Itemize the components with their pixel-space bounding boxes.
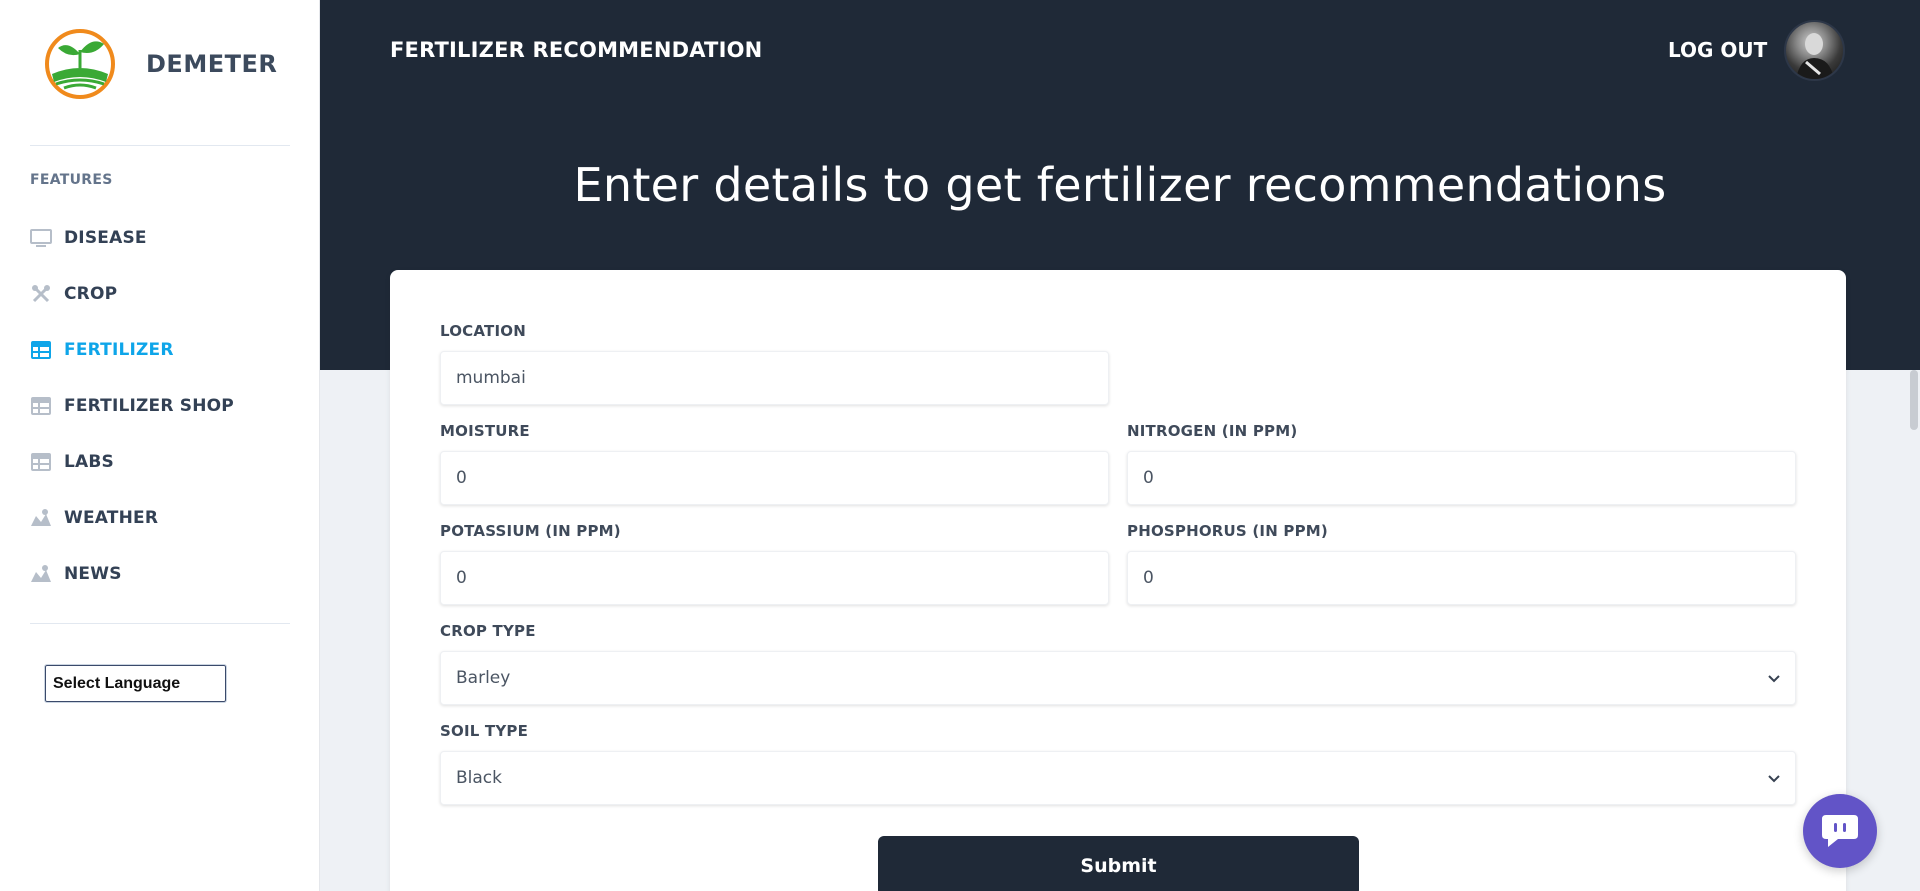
table-icon bbox=[30, 395, 52, 417]
sidebar-item-label: WEATHER bbox=[64, 508, 159, 528]
sidebar: DEMETER FEATURES DISEASE CROP FERTILIZER bbox=[0, 0, 320, 891]
sidebar-nav: DISEASE CROP FERTILIZER FERTILIZER SHOP … bbox=[30, 210, 290, 602]
table-icon bbox=[30, 339, 52, 361]
soil-type-label: SOIL TYPE bbox=[440, 722, 529, 740]
tools-icon bbox=[30, 283, 52, 305]
moisture-input[interactable]: 0 bbox=[440, 451, 1109, 505]
nitrogen-label: NITROGEN (IN PPM) bbox=[1127, 422, 1298, 440]
location-input[interactable]: mumbai bbox=[440, 351, 1109, 405]
submit-button[interactable]: Submit bbox=[878, 836, 1359, 891]
sidebar-item-news[interactable]: NEWS bbox=[30, 546, 290, 602]
crop-type-label: CROP TYPE bbox=[440, 622, 536, 640]
sidebar-item-crop[interactable]: CROP bbox=[30, 266, 290, 322]
sidebar-item-label: FERTILIZER bbox=[64, 340, 174, 360]
brand[interactable]: DEMETER bbox=[44, 28, 277, 100]
sidebar-item-label: FERTILIZER SHOP bbox=[64, 396, 234, 416]
table-icon bbox=[30, 451, 52, 473]
monitor-icon bbox=[30, 227, 52, 249]
fertilizer-form-card: LOCATION mumbai MOISTURE 0 NITROGEN (IN … bbox=[390, 270, 1846, 891]
sidebar-item-label: CROP bbox=[64, 284, 118, 304]
chat-button[interactable] bbox=[1803, 794, 1877, 868]
avatar[interactable] bbox=[1784, 20, 1845, 81]
sidebar-item-label: NEWS bbox=[64, 564, 122, 584]
sidebar-item-fertilizer[interactable]: FERTILIZER bbox=[30, 322, 290, 378]
sidebar-item-disease[interactable]: DISEASE bbox=[30, 210, 290, 266]
user-photo-icon bbox=[1796, 33, 1834, 79]
map-icon bbox=[30, 507, 52, 529]
sidebar-item-label: LABS bbox=[64, 452, 114, 472]
moisture-label: MOISTURE bbox=[440, 422, 530, 440]
chevron-down-icon bbox=[1768, 775, 1780, 783]
hero-heading: Enter details to get fertilizer recommen… bbox=[573, 158, 1667, 212]
location-label: LOCATION bbox=[440, 322, 526, 340]
brand-name: DEMETER bbox=[146, 50, 278, 78]
page-title: FERTILIZER RECOMMENDATION bbox=[390, 38, 763, 62]
sidebar-item-fertilizer-shop[interactable]: FERTILIZER SHOP bbox=[30, 378, 290, 434]
potassium-input[interactable]: 0 bbox=[440, 551, 1109, 605]
sidebar-item-label: DISEASE bbox=[64, 228, 147, 248]
phosphorus-label: PHOSPHORUS (IN PPM) bbox=[1127, 522, 1328, 540]
chat-bubble-icon bbox=[1822, 815, 1858, 847]
features-label: FEATURES bbox=[30, 172, 113, 188]
page-scrollbar[interactable] bbox=[1910, 370, 1918, 430]
soil-type-select[interactable]: Black bbox=[440, 751, 1796, 805]
map-icon bbox=[30, 563, 52, 585]
sidebar-item-labs[interactable]: LABS bbox=[30, 434, 290, 490]
crop-type-value: Barley bbox=[456, 668, 511, 688]
soil-type-value: Black bbox=[456, 768, 502, 788]
sidebar-divider bbox=[30, 623, 290, 624]
sidebar-item-weather[interactable]: WEATHER bbox=[30, 490, 290, 546]
potassium-label: POTASSIUM (IN PPM) bbox=[440, 522, 621, 540]
chevron-down-icon bbox=[1768, 675, 1780, 683]
language-select[interactable]: Select Language bbox=[44, 664, 227, 703]
nitrogen-input[interactable]: 0 bbox=[1127, 451, 1796, 505]
phosphorus-input[interactable]: 0 bbox=[1127, 551, 1796, 605]
crop-type-select[interactable]: Barley bbox=[440, 651, 1796, 705]
logout-link[interactable]: LOG OUT bbox=[1668, 38, 1767, 62]
demeter-logo-icon bbox=[45, 29, 115, 99]
sidebar-divider bbox=[30, 145, 290, 146]
